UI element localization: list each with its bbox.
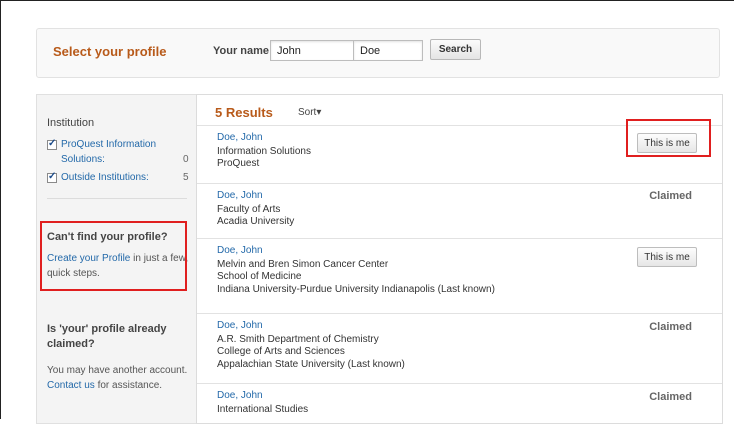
filter-checkbox-proquest[interactable] (47, 138, 57, 150)
filter-label-outside[interactable]: Outside Institutions: (61, 172, 149, 183)
sort-dropdown[interactable]: Sort▾ (298, 107, 321, 118)
claimed-status: Claimed (649, 391, 692, 403)
result-line: College of Arts and Sciences (217, 346, 345, 357)
result-name-link[interactable]: Doe, John (217, 190, 263, 202)
result-line: Indiana University-Purdue University Ind… (217, 284, 495, 295)
result-row: Doe, John A.R. Smith Department of Chemi… (197, 313, 722, 378)
institution-heading: Institution (47, 117, 95, 129)
result-line: A.R. Smith Department of Chemistry (217, 334, 379, 345)
last-name-input[interactable] (353, 40, 423, 61)
result-name-link[interactable]: Doe, John (217, 320, 263, 332)
result-row: Doe, John Melvin and Bren Simon Cancer C… (197, 238, 722, 307)
claimed-status: Claimed (649, 190, 692, 202)
result-name-link[interactable]: Doe, John (217, 245, 263, 257)
result-name-link[interactable]: Doe, John (217, 390, 263, 402)
result-line: Acadia University (217, 216, 295, 227)
filter-label-proquest[interactable]: ProQuest Information (61, 139, 156, 150)
result-line: School of Medicine (217, 271, 302, 282)
result-line: Appalachian State University (Last known… (217, 359, 405, 370)
result-name-link[interactable]: Doe, John (217, 132, 263, 144)
search-button[interactable]: Search (430, 39, 481, 60)
highlight-box-this-is-me (626, 119, 711, 157)
claimed-status: Claimed (649, 321, 692, 333)
this-is-me-button[interactable]: This is me (637, 247, 697, 267)
result-row: Doe, John International Studies Claimed (197, 383, 722, 424)
contact-link[interactable]: Contact us (47, 380, 95, 391)
window-border-left (0, 0, 1, 419)
profile-search-bar: Select your profile Your name: Search (36, 28, 720, 78)
result-row: Doe, John Faculty of Arts Acadia Univers… (197, 183, 722, 239)
result-line: International Studies (217, 404, 309, 415)
name-label: Your name: (213, 45, 273, 57)
contact-text: You may have another account. Contact us… (47, 365, 188, 391)
filter-label-proquest-line2[interactable]: Solutions: (61, 154, 105, 165)
filter-count-proquest: 0 (183, 154, 189, 165)
filter-checkbox-outside[interactable] (47, 171, 57, 183)
result-line: Information Solutions (217, 146, 311, 157)
window-border-top (0, 0, 734, 1)
results-count: 5 Results (215, 105, 273, 120)
page-title: Select your profile (53, 44, 167, 59)
sidebar-divider (47, 198, 187, 199)
highlight-box-cant-find (40, 221, 187, 291)
result-line: Faculty of Arts (217, 204, 281, 215)
already-claimed-heading: Is 'your' profile already claimed? (47, 323, 167, 350)
filter-count-outside: 5 (183, 172, 189, 183)
result-line: Melvin and Bren Simon Cancer Center (217, 259, 389, 270)
result-line: ProQuest (217, 158, 260, 169)
